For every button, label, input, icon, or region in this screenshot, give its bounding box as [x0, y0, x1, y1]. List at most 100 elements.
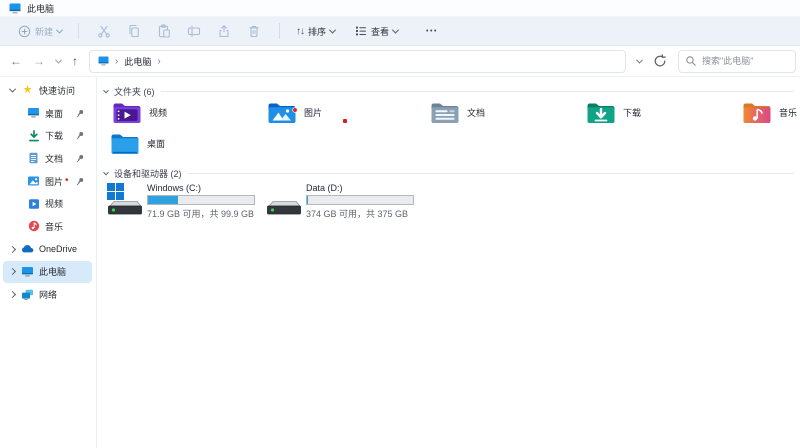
folder-label: 视频 [149, 106, 167, 119]
sidebar-item-label: 桌面 [45, 107, 63, 120]
address-dropdown-chevron[interactable] [637, 59, 642, 64]
trash-icon [247, 24, 261, 38]
toolbar-divider [279, 23, 280, 39]
chevron-right-icon[interactable] [9, 246, 16, 253]
sidebar-item-music[interactable]: 音乐 [3, 215, 92, 238]
breadcrumb-item-this-pc[interactable]: 此电脑 [124, 55, 151, 68]
folder-label: 桌面 [147, 137, 165, 150]
up-button[interactable]: ↑ [72, 55, 78, 67]
drive-usage-bar [147, 195, 255, 205]
new-button[interactable]: 新建 [12, 20, 68, 42]
drives-section-header: 设备和驱动器 (2) [104, 167, 794, 180]
sidebar-item-label: 快速访问 [39, 84, 75, 97]
forward-button[interactable]: → [33, 55, 45, 67]
documents-folder-icon [430, 100, 460, 125]
section-divider [188, 173, 794, 174]
refresh-button[interactable] [653, 54, 667, 68]
chevron-down-icon [56, 26, 63, 33]
section-divider [161, 91, 794, 92]
folder-label: 文档 [467, 106, 485, 119]
rename-icon [187, 24, 201, 38]
search-icon [685, 55, 697, 67]
folder-tile-pictures[interactable]: 图片 [267, 98, 322, 126]
search-input[interactable] [702, 56, 786, 66]
pin-icon [76, 131, 85, 140]
back-button[interactable]: ← [10, 55, 22, 67]
pin-icon [76, 109, 85, 118]
ellipsis-icon: ••• [426, 28, 438, 35]
document-icon [27, 152, 40, 165]
new-button-label: 新建 [35, 25, 53, 38]
pin-icon [76, 154, 85, 163]
chevron-down-icon[interactable] [9, 85, 16, 92]
copy-button[interactable] [119, 20, 149, 42]
sidebar-item-desktop[interactable]: 桌面 [3, 102, 92, 125]
this-pc-icon [9, 3, 21, 14]
breadcrumb[interactable]: › 此电脑 › [89, 50, 626, 73]
chevron-down-icon [392, 26, 399, 33]
desktop-icon [27, 107, 40, 120]
folder-tile-desktop[interactable]: 桌面 [110, 129, 165, 157]
sort-button[interactable]: ↑↓ 排序 [290, 20, 341, 42]
music-folder-icon [742, 100, 772, 125]
sidebar-item-videos[interactable]: 视频 [3, 192, 92, 215]
sidebar-item-this-pc[interactable]: 此电脑 [3, 261, 92, 284]
rename-button[interactable] [179, 20, 209, 42]
folder-tile-music[interactable]: 音乐 [742, 98, 797, 126]
sidebar-item-pictures[interactable]: 图片 • [3, 170, 92, 193]
file-explorer-window: 此电脑 新建 ↑↓ 排序 [0, 0, 800, 448]
paste-button[interactable] [149, 20, 179, 42]
sidebar-item-quick-access[interactable]: ★ 快速访问 [3, 79, 92, 102]
star-icon: ★ [21, 84, 34, 97]
sidebar-item-downloads[interactable]: 下载 [3, 124, 92, 147]
sidebar-item-network[interactable]: 网络 [3, 283, 92, 306]
red-dot-marker [343, 119, 347, 123]
drive-tile-d[interactable]: Data (D:) 374 GB 可用，共 375 GB [262, 182, 414, 220]
breadcrumb-separator: › [157, 56, 160, 67]
section-title: 文件夹 (6) [114, 85, 155, 98]
view-button-label: 查看 [371, 25, 389, 38]
folder-tile-downloads[interactable]: 下载 [586, 98, 641, 126]
navigation-pane: ★ 快速访问 桌面 下载 文档 图片 • [0, 77, 97, 448]
drive-capacity-text: 374 GB 可用，共 375 GB [306, 207, 414, 220]
folder-tile-videos[interactable]: 视频 [112, 98, 167, 126]
chevron-down-icon[interactable] [103, 169, 109, 175]
folders-section-header: 文件夹 (6) [104, 85, 794, 98]
drive-tile-c[interactable]: Windows (C:) 71.9 GB 可用，共 99.9 GB [103, 182, 255, 220]
data-drive-icon [262, 182, 302, 216]
sidebar-item-label: 文档 [45, 152, 63, 165]
drive-usage-fill [148, 196, 178, 204]
view-button[interactable]: 查看 [349, 20, 404, 42]
sidebar-item-label: 音乐 [45, 220, 63, 233]
cut-icon [97, 24, 111, 38]
breadcrumb-separator: › [115, 56, 118, 67]
share-button[interactable] [209, 20, 239, 42]
sidebar-item-label: 下载 [45, 129, 63, 142]
cut-button[interactable] [89, 20, 119, 42]
more-button[interactable]: ••• [420, 20, 444, 42]
desktop-folder-icon [110, 131, 140, 156]
delete-button[interactable] [239, 20, 269, 42]
sidebar-item-label: 此电脑 [39, 265, 66, 278]
drive-name: Data (D:) [306, 183, 414, 194]
chevron-right-icon[interactable] [9, 291, 16, 298]
chevron-down-icon [329, 26, 336, 33]
chevron-right-icon[interactable] [9, 268, 16, 275]
videos-icon [27, 197, 40, 210]
sidebar-item-label: 网络 [39, 288, 57, 301]
address-bar: ← → ↑ › 此电脑 › [0, 46, 800, 77]
this-pc-icon [98, 56, 109, 66]
folder-label: 图片 [304, 106, 322, 119]
sidebar-item-documents[interactable]: 文档 [3, 147, 92, 170]
unsynced-badge: • [65, 176, 69, 186]
windows-drive-icon [103, 182, 143, 216]
drive-usage-fill [307, 196, 308, 204]
history-chevron-icon[interactable] [55, 56, 62, 63]
pictures-folder-icon [267, 100, 297, 125]
content-pane: 文件夹 (6) 视频 图片 文档 下载 音乐 [97, 77, 800, 448]
download-icon [27, 129, 40, 142]
chevron-down-icon[interactable] [103, 87, 109, 93]
title-bar: 此电脑 [0, 0, 800, 16]
sidebar-item-onedrive[interactable]: OneDrive [3, 238, 92, 261]
folder-tile-documents[interactable]: 文档 [430, 98, 485, 126]
